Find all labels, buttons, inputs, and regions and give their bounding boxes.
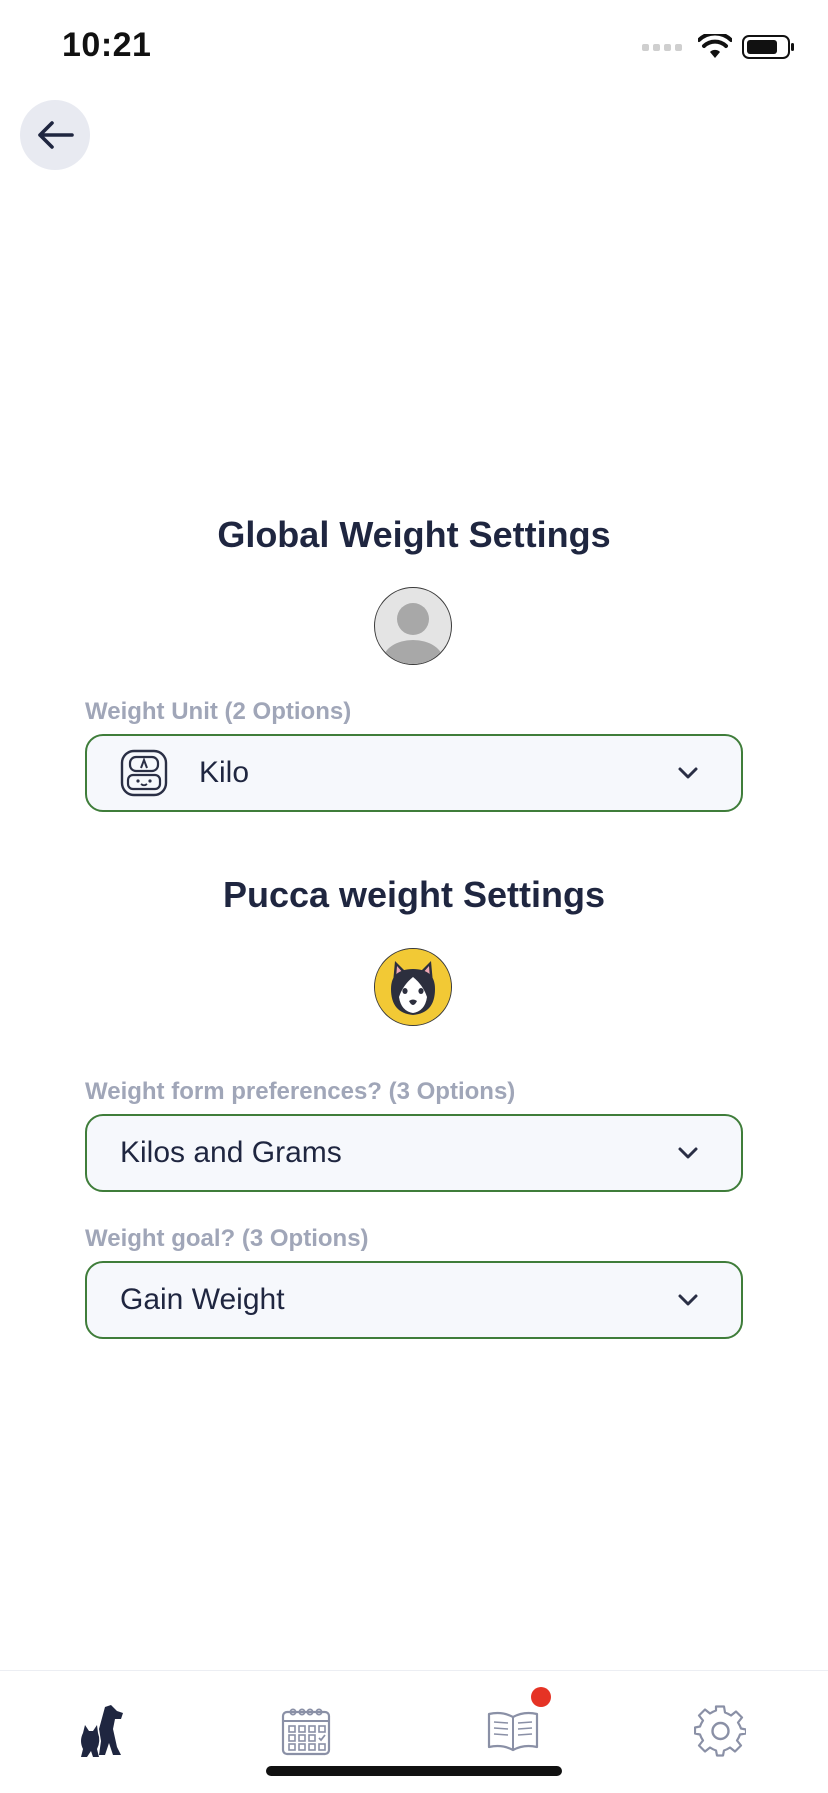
weight-goal-value: Gain Weight <box>120 1283 285 1316</box>
tab-journal[interactable] <box>481 1687 551 1763</box>
husky-dog-icon <box>375 949 451 1025</box>
chevron-down-icon <box>678 1147 698 1159</box>
back-button[interactable] <box>20 100 90 170</box>
user-placeholder-icon <box>383 603 443 664</box>
tab-pets[interactable] <box>70 1699 134 1763</box>
arrow-left-icon <box>38 121 74 149</box>
user-avatar[interactable] <box>374 587 452 665</box>
gear-icon <box>694 1705 746 1757</box>
weight-goal-label: Weight goal? (3 Options) <box>85 1225 369 1252</box>
signal-icon <box>642 43 682 51</box>
weight-goal-select[interactable]: Gain Weight <box>85 1261 743 1339</box>
calendar-icon <box>281 1708 331 1756</box>
notification-badge <box>531 1687 551 1707</box>
status-time: 10:21 <box>62 26 152 64</box>
tab-calendar[interactable] <box>274 1699 338 1763</box>
weight-form-label: Weight form preferences? (3 Options) <box>85 1078 516 1105</box>
chevron-down-icon <box>678 767 698 779</box>
status-icons <box>642 34 796 60</box>
pet-settings-title: Pucca weight Settings <box>222 874 606 915</box>
pets-icon <box>81 1705 123 1757</box>
scale-icon <box>119 748 169 798</box>
home-indicator <box>266 1766 562 1776</box>
weight-form-value: Kilos and Grams <box>120 1136 342 1169</box>
book-icon <box>487 1711 539 1752</box>
weight-unit-value: Kilo <box>199 756 250 789</box>
pet-avatar[interactable] <box>374 948 452 1026</box>
weight-form-select[interactable]: Kilos and Grams <box>85 1114 743 1192</box>
global-settings-title: Global Weight Settings <box>217 514 611 555</box>
weight-unit-label: Weight Unit (2 Options) <box>85 698 352 725</box>
weight-unit-select[interactable]: Kilo <box>85 734 743 812</box>
wifi-icon <box>698 34 732 58</box>
battery-icon <box>742 35 794 59</box>
chevron-down-icon <box>678 1294 698 1306</box>
tab-settings[interactable] <box>688 1699 752 1763</box>
